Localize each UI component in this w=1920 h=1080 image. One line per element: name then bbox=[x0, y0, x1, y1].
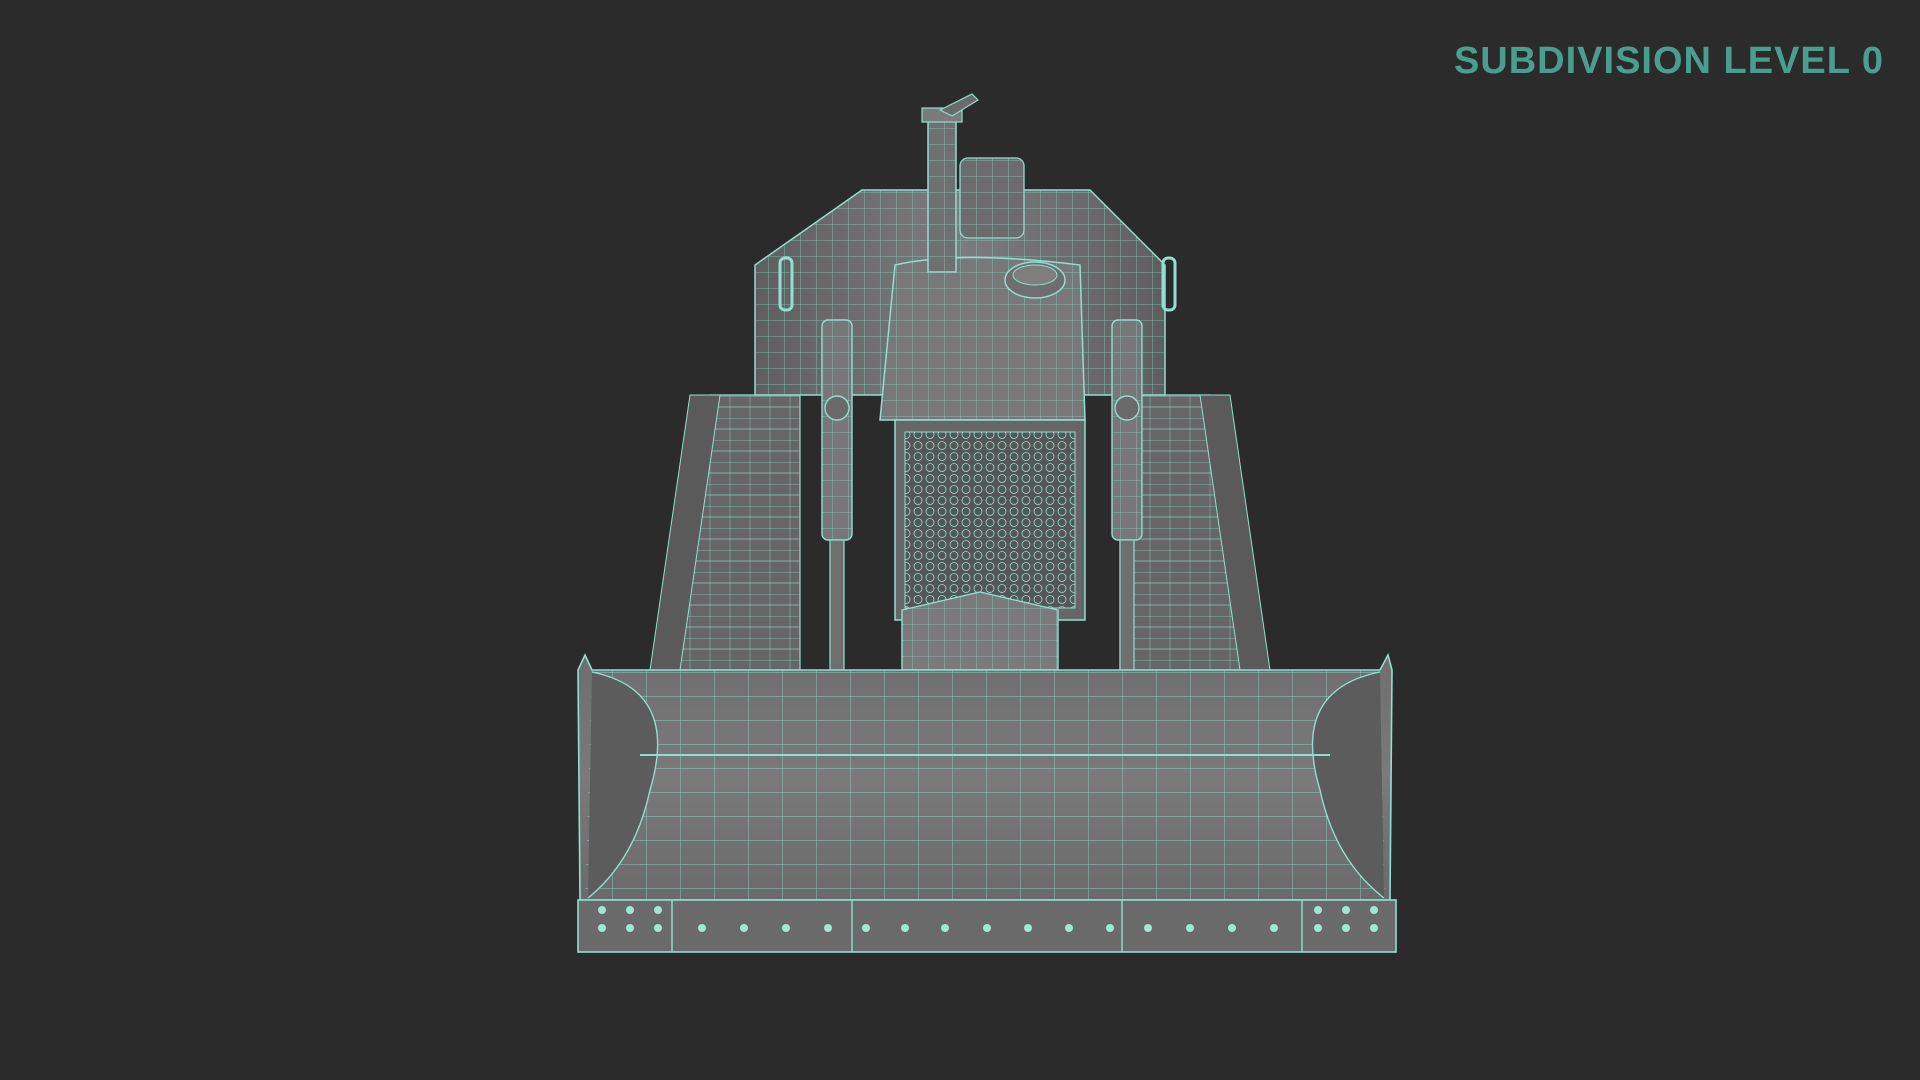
radiator-grille bbox=[894, 419, 1086, 621]
bulldozer-wireframe-model bbox=[577, 93, 1397, 953]
cutting-edge bbox=[577, 899, 1397, 953]
roof-unit bbox=[959, 157, 1025, 239]
engine-hood bbox=[879, 256, 1086, 421]
left-lift-cylinder bbox=[821, 319, 853, 671]
render-viewport: SUBDIVISION LEVEL 0 bbox=[0, 0, 1920, 1080]
dozer-blade bbox=[577, 652, 1393, 901]
left-track bbox=[649, 394, 801, 671]
